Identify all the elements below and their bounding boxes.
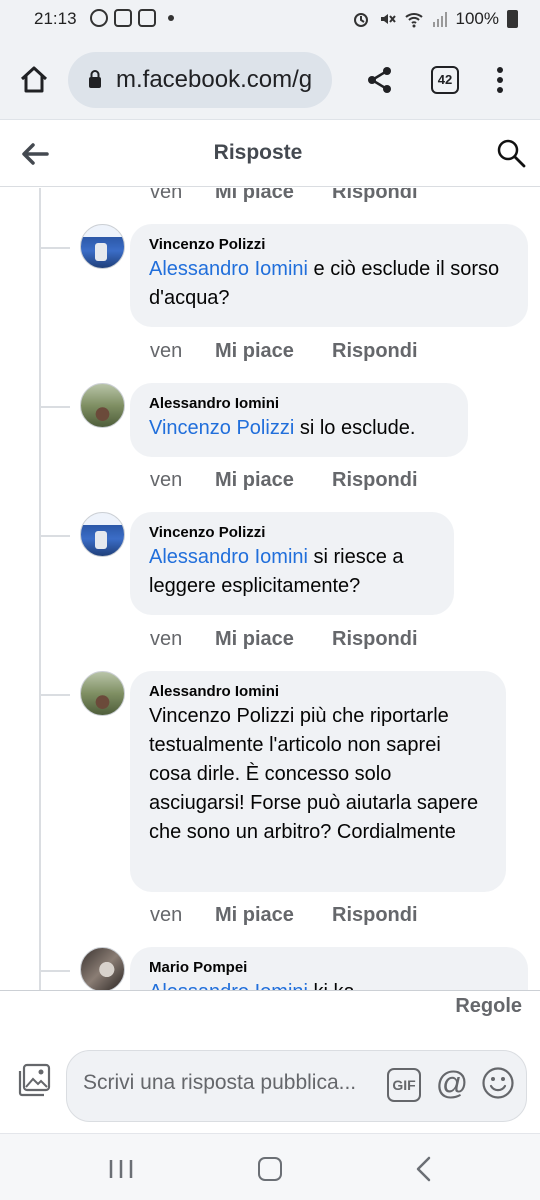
address-bar[interactable]: m.facebook.com/g [68,52,332,108]
browser-toolbar: m.facebook.com/g 42 [0,40,540,120]
thread-branch [40,694,70,696]
rules-link[interactable]: Regole [455,995,522,1018]
comment-author[interactable]: Alessandro Iomini [149,394,449,414]
status-bar: 21:13 100% [0,0,540,40]
comment-author[interactable]: Vincenzo Polizzi [149,523,435,543]
comment-thread[interactable]: ven Mi piace Rispondi Vincenzo Polizzi A… [0,188,540,990]
mention-link[interactable]: Vincenzo Polizzi [149,417,294,439]
comment-actions: ven Mi piace Rispondi [150,188,418,204]
like-button[interactable]: Mi piace [215,469,332,492]
like-button[interactable]: Mi piace [215,628,332,651]
home-nav-icon[interactable] [258,1157,282,1181]
reply-input[interactable]: Scrivi una risposta pubblica... GIF @ [66,1050,527,1122]
avatar[interactable] [80,947,125,990]
lock-icon [89,70,101,88]
thread-branch [40,535,70,537]
comment-text: Alessandro Iomini e ciò esclude il sorso… [149,258,500,309]
back-nav-icon[interactable] [414,1156,432,1182]
reply-button[interactable]: Rispondi [332,188,418,204]
system-status-icons: 100% [352,9,518,29]
comment-bubble: Mario Pompei Alessandro Iomini ki ka [130,947,528,990]
tab-count-button[interactable]: 42 [431,66,459,94]
reply-button[interactable]: Rispondi [332,469,418,492]
comment-text: Alessandro Iomini si riesce a leggere es… [149,546,404,597]
comment-time[interactable]: ven [150,340,215,363]
thread-line [39,188,41,990]
mute-icon [380,14,396,24]
comment-actions: ven Mi piace Rispondi [150,469,418,492]
comment-text: Vincenzo Polizzi più che riportarle test… [149,705,479,843]
battery-percent: 100% [455,9,499,28]
comment-bubble: Alessandro Iomini Vincenzo Polizzi più c… [130,671,506,892]
comment-time[interactable]: ven [150,904,215,927]
avatar[interactable] [80,224,125,269]
reply-button[interactable]: Rispondi [332,340,418,363]
gif-button[interactable]: GIF [387,1068,421,1102]
comment-time[interactable]: ven [150,628,215,651]
mention-button[interactable]: @ [435,1065,469,1103]
avatar[interactable] [80,671,125,716]
notification-icons [90,9,174,27]
like-button[interactable]: Mi piace [215,904,332,927]
more-menu-icon[interactable] [492,65,508,95]
comment-bubble: Vincenzo Polizzi Alessandro Iomini e ciò… [130,224,528,327]
recent-apps-icon[interactable] [108,1158,134,1180]
url-text: m.facebook.com/g [116,66,313,93]
alarm-icon [353,13,368,27]
thread-branch [40,247,70,249]
page-header: Risposte [0,121,540,187]
reply-input-placeholder: Scrivi una risposta pubblica... [83,1071,357,1094]
gallery-notification-icon [114,9,132,27]
comment-text: Alessandro Iomini ki ka [149,978,509,990]
b-notification-icon [90,9,108,27]
status-time: 21:13 [34,9,77,28]
comment-actions: ven Mi piace Rispondi [150,904,418,927]
comment-bubble: Vincenzo Polizzi Alessandro Iomini si ri… [130,512,454,615]
comment-text: Vincenzo Polizzi si lo esclude. [149,417,416,439]
bag-notification-icon [138,9,156,27]
system-navigation-bar [0,1133,540,1200]
avatar[interactable] [80,512,125,557]
reply-button[interactable]: Rispondi [332,628,418,651]
page-title: Risposte [213,141,303,164]
comment-author[interactable]: Mario Pompei [149,958,509,978]
home-icon[interactable] [18,64,50,96]
comment-author[interactable]: Alessandro Iomini [149,682,487,702]
photo-icon[interactable] [17,1063,51,1097]
comment-bubble: Alessandro Iomini Vincenzo Polizzi si lo… [130,383,468,457]
thread-branch [40,970,70,972]
mention-link[interactable]: Alessandro Iomini [149,546,308,568]
like-button[interactable]: Mi piace [215,340,332,363]
comment-time[interactable]: ven [150,469,215,492]
emoji-icon[interactable] [481,1066,515,1100]
share-icon[interactable] [366,65,394,95]
like-button[interactable]: Mi piace [215,188,332,204]
comment-actions: ven Mi piace Rispondi [150,628,418,651]
thread-branch [40,406,70,408]
reply-button[interactable]: Rispondi [332,904,418,927]
search-icon[interactable] [496,138,526,168]
comment-author[interactable]: Vincenzo Polizzi [149,235,509,255]
avatar[interactable] [80,383,125,428]
signal-icon [432,12,447,27]
reply-composer: Regole Scrivi una risposta pubblica... G… [0,990,540,1133]
comment-actions: ven Mi piace Rispondi [150,340,418,363]
wifi-icon [404,13,423,28]
mention-link[interactable]: Alessandro Iomini [149,258,308,280]
comment-time[interactable]: ven [150,188,215,204]
more-notifications-icon [168,15,174,21]
battery-icon [507,10,518,28]
mention-link[interactable]: Alessandro Iomini [149,981,308,990]
